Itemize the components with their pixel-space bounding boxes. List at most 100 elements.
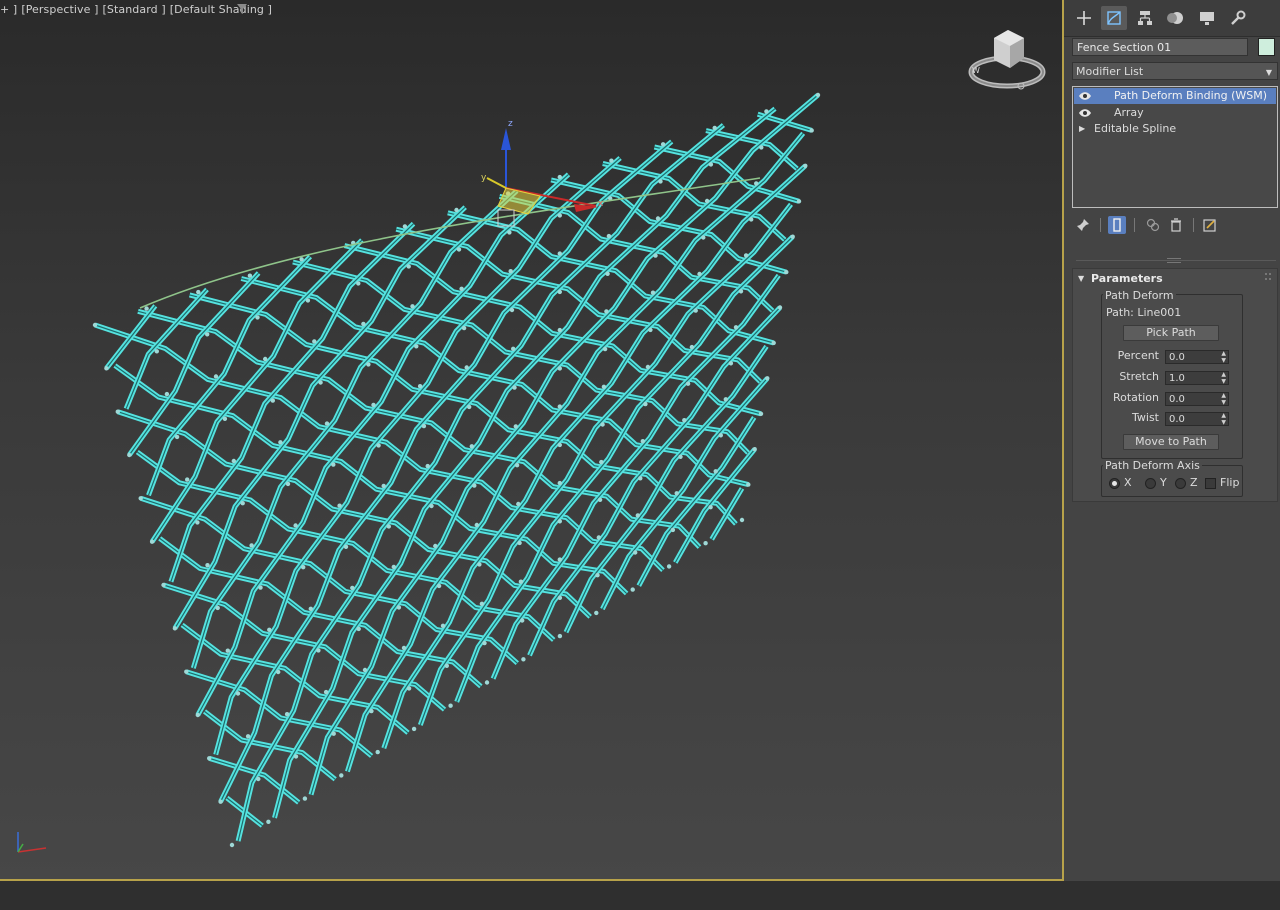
spinner-arrows-icon[interactable]: ▲ ▼ [1221,392,1226,406]
fence-knot [184,669,189,674]
fence-knot [421,423,427,429]
percent-spinner[interactable]: 0.0 ▲ ▼ [1165,350,1229,364]
flip-checkbox[interactable] [1205,478,1216,489]
expand-triangle-icon[interactable]: ▶ [1079,121,1085,137]
viewport-plus-menu[interactable]: + ] [0,3,17,16]
fence-knot [316,648,321,653]
perspective-viewport[interactable]: z x y + ] [Perspective ] [Standard ] [Default… [0,0,1064,881]
tab-hierarchy[interactable] [1132,6,1158,30]
rollout-drag-handle-icon[interactable] [1265,273,1271,281]
hierarchy-icon [1138,11,1152,25]
spinner-arrows-icon[interactable]: ▲ ▼ [1221,412,1226,426]
axis-y-radio[interactable] [1145,478,1156,489]
fence-knot [293,754,299,759]
fence-knot [285,481,291,487]
funnel-icon[interactable] [236,3,248,15]
fence-knot [284,712,290,717]
modifier-list-dropdown[interactable]: Modifier List ▼ [1072,62,1278,80]
fence-knot [749,217,754,222]
fence-knot [196,289,201,295]
spinner-arrows-icon[interactable]: ▲ ▼ [1221,350,1226,364]
make-unique-button[interactable] [1144,216,1162,234]
stack-item-array[interactable]: Array [1074,105,1276,121]
fence-knot [278,440,283,445]
collapse-triangle-icon[interactable]: ▼ [1078,274,1084,283]
flip-label: Flip [1220,476,1240,489]
tab-create[interactable] [1071,6,1097,30]
axis-z-label: Z [1190,476,1198,489]
gizmo-z-arrow[interactable] [501,128,511,150]
tab-modify[interactable] [1101,6,1127,30]
viewport-shading-menu[interactable]: [Default Shading ] [170,3,272,16]
viewport-point-of-view-menu[interactable]: [Perspective ] [21,3,98,16]
fence-knot [376,443,381,448]
fence-wire-core [344,245,762,415]
stack-item-path-deform-binding[interactable]: Path Deform Binding (WSM) [1074,88,1276,104]
tab-display[interactable] [1194,6,1220,30]
pick-path-button[interactable]: Pick Path [1123,325,1219,341]
eye-icon[interactable] [1078,108,1092,118]
gizmo-y-axis[interactable] [486,177,507,189]
fence-knot [456,247,462,252]
fence-knot [406,686,412,691]
move-to-path-button[interactable]: Move to Path [1123,434,1219,450]
fence-knot [704,198,710,204]
display-icon [1200,12,1214,25]
axis-x-radio[interactable] [1109,478,1120,489]
fence-knot [718,433,723,438]
tab-motion[interactable] [1163,6,1189,30]
show-end-result-button[interactable] [1108,216,1126,234]
spinner-arrows-icon[interactable]: ▲ ▼ [1221,371,1226,385]
fence-knot [255,315,260,320]
panel-resize-grip[interactable] [1167,258,1181,263]
fence-knot [658,179,663,184]
fence-knot [391,564,396,570]
fence-knot [386,524,391,529]
fence-knot [602,346,608,352]
fence-knot [410,304,415,309]
fence-knot [247,273,253,278]
fence-knot [205,563,210,568]
fence-knot [557,519,562,524]
rotation-spinner[interactable]: 0.0 ▲ ▼ [1165,392,1229,406]
eye-icon[interactable] [1078,91,1092,101]
timeline-strip[interactable] [0,881,1280,910]
viewport-standard-menu[interactable]: [Standard ] [103,3,166,16]
fence-knot [557,366,562,371]
viewport-label-menu: + ] [Perspective ] [Standard ] [Default Sha… [0,3,276,16]
pin-stack-button[interactable] [1074,216,1092,234]
twist-spinner[interactable]: 0.0 ▲ ▼ [1165,412,1229,426]
fence-knot [599,459,604,465]
fence-knot [104,366,109,371]
path-deform-group-title: Path Deform [1103,289,1176,302]
rollout-title[interactable]: Parameters [1091,272,1163,285]
remove-modifier-button[interactable] [1167,216,1185,234]
fence-knot [803,163,808,168]
command-panel: Fence Section 01 Modifier List ▼ Path De… [1064,0,1280,881]
axis-z-radio[interactable] [1175,478,1186,489]
fence-knot [461,325,467,331]
object-name-field[interactable]: Fence Section 01 [1072,38,1248,56]
tab-utilities[interactable] [1225,6,1251,30]
fence-knot [222,416,228,421]
configure-modifier-sets-button[interactable] [1201,216,1219,234]
stack-item-label: Editable Spline [1094,122,1177,135]
fence-mesh[interactable] [92,92,821,848]
fence-knot [337,503,342,508]
percent-value: 0.0 [1169,352,1185,363]
fence-knot [154,349,159,354]
fence-knot [759,145,764,150]
fence-knot [474,522,479,528]
fence-knot [712,125,717,131]
stretch-spinner[interactable]: 1.0 ▲ ▼ [1165,371,1229,385]
viewcube-icon[interactable]: W [966,26,1048,96]
stack-item-editable-spline[interactable]: ▶ Editable Spline [1074,121,1276,137]
fence-knot [469,444,474,449]
fence-knot [508,269,513,274]
fence-knot [754,181,759,186]
fence-knot [213,374,219,379]
object-color-swatch[interactable] [1258,38,1275,56]
fence-knot [464,365,469,370]
fence-knot [276,669,281,675]
scene-canvas[interactable]: z x y [0,0,1062,879]
